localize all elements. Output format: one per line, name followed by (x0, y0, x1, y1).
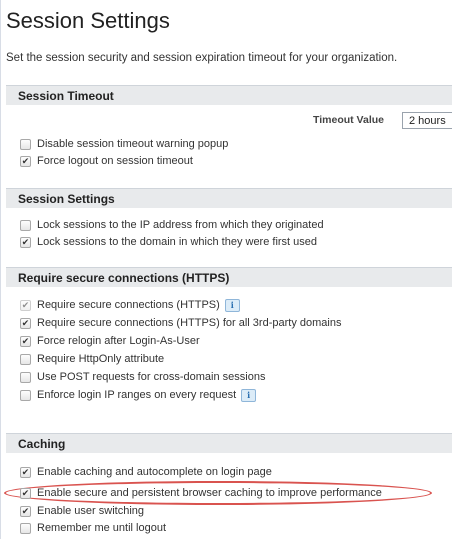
checkbox-row-require-https: Require secure connections (HTTPS) i (20, 297, 240, 313)
info-icon[interactable]: i (224, 298, 240, 312)
checkbox-caching-login[interactable] (20, 466, 31, 478)
checkbox-row-remember-me[interactable]: Remember me until logout (20, 520, 166, 536)
section-header-label: Caching (18, 437, 66, 451)
checkbox-require-https-3rd-party[interactable] (20, 317, 31, 329)
checkbox-label: Lock sessions to the IP address from whi… (37, 219, 324, 231)
checkbox-label: Require secure connections (HTTPS) (37, 299, 220, 311)
checkbox-label: Enable user switching (37, 505, 145, 517)
checkbox-label: Force relogin after Login-As-User (37, 335, 200, 347)
checkbox-row-caching-login[interactable]: Enable caching and autocomplete on login… (20, 464, 272, 480)
checkbox-force-relogin[interactable] (20, 335, 31, 347)
section-header-caching: Caching (6, 433, 452, 453)
checkbox-label: Require secure connections (HTTPS) for a… (37, 317, 342, 329)
checkbox-row-enforce-ip-ranges[interactable]: Enforce login IP ranges on every request… (20, 387, 257, 403)
checkbox-row-post-requests[interactable]: Use POST requests for cross-domain sessi… (20, 369, 265, 385)
checkbox-row-user-switching[interactable]: Enable user switching (20, 503, 144, 519)
timeout-value-label: Timeout Value (313, 114, 384, 126)
info-icon[interactable]: i (241, 388, 257, 402)
checkbox-label: Enable secure and persistent browser cac… (37, 487, 382, 499)
timeout-value-select[interactable]: 2 hours (402, 112, 452, 129)
checkbox-row-lock-domain[interactable]: Lock sessions to the domain in which the… (20, 234, 317, 250)
checkbox-disable-timeout-warning[interactable] (20, 138, 31, 150)
checkbox-remember-me[interactable] (20, 522, 31, 534)
checkbox-row-secure-browser-caching[interactable]: Enable secure and persistent browser cac… (20, 485, 382, 501)
checkbox-lock-ip[interactable] (20, 219, 31, 231)
page-subtitle: Set the session security and session exp… (6, 52, 398, 64)
checkbox-label: Enable caching and autocomplete on login… (37, 466, 272, 478)
checkbox-row-force-relogin[interactable]: Force relogin after Login-As-User (20, 333, 200, 349)
checkbox-post-requests[interactable] (20, 371, 31, 383)
checkbox-row-disable-timeout-warning[interactable]: Disable session timeout warning popup (20, 136, 228, 152)
section-header-https: Require secure connections (HTTPS) (6, 267, 452, 287)
checkbox-httponly[interactable] (20, 353, 31, 365)
checkbox-row-force-logout[interactable]: Force logout on session timeout (20, 153, 193, 169)
checkbox-secure-browser-caching[interactable] (20, 487, 31, 499)
section-header-session-settings: Session Settings (6, 188, 452, 208)
checkbox-force-logout[interactable] (20, 155, 31, 167)
section-header-session-timeout: Session Timeout (6, 85, 452, 105)
section-header-label: Require secure connections (HTTPS) (18, 271, 230, 285)
checkbox-label: Enforce login IP ranges on every request (37, 389, 237, 401)
section-header-label: Session Settings (18, 192, 115, 206)
checkbox-row-require-https-3rd-party[interactable]: Require secure connections (HTTPS) for a… (20, 315, 341, 331)
checkbox-row-lock-ip[interactable]: Lock sessions to the IP address from whi… (20, 217, 324, 233)
checkbox-label: Use POST requests for cross-domain sessi… (37, 371, 266, 383)
checkbox-label: Require HttpOnly attribute (37, 353, 165, 365)
checkbox-user-switching[interactable] (20, 505, 31, 517)
checkbox-label: Force logout on session timeout (37, 155, 193, 167)
checkbox-row-httponly[interactable]: Require HttpOnly attribute (20, 351, 164, 367)
checkbox-enforce-ip-ranges[interactable] (20, 389, 31, 401)
checkbox-require-https (20, 299, 31, 311)
checkbox-label: Remember me until logout (37, 522, 167, 534)
section-header-label: Session Timeout (18, 89, 114, 103)
page-title: Session Settings (6, 8, 170, 33)
checkbox-label: Disable session timeout warning popup (37, 138, 229, 150)
checkbox-label: Lock sessions to the domain in which the… (37, 236, 318, 248)
checkbox-lock-domain[interactable] (20, 236, 31, 248)
